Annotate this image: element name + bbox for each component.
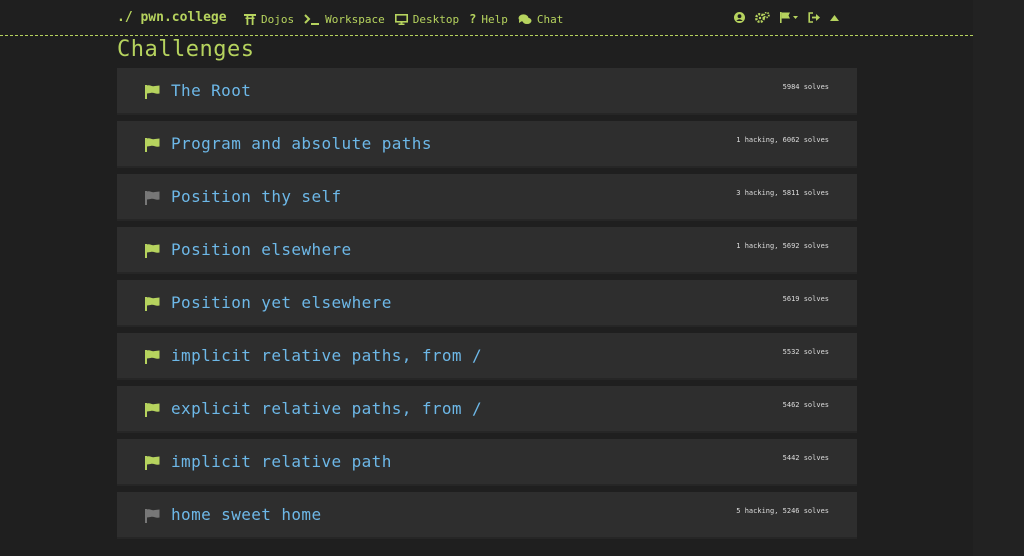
sign-out-icon xyxy=(808,12,820,23)
challenge-row[interactable]: Position elsewhere 1 hacking, 5692 solves xyxy=(117,227,857,274)
nav-help[interactable]: ? Help xyxy=(469,12,508,26)
flag-dropdown-icon xyxy=(780,12,798,23)
question-icon: ? xyxy=(469,12,477,26)
page-margin-strip xyxy=(973,0,1024,556)
page-title: Challenges xyxy=(117,37,255,62)
challenge-title[interactable]: The Root xyxy=(171,81,251,100)
challenge-title[interactable]: implicit relative paths, from / xyxy=(171,346,482,365)
nav-workspace[interactable]: Workspace xyxy=(304,12,385,26)
nav-chat[interactable]: Chat xyxy=(518,12,564,26)
flag-icon xyxy=(145,349,160,368)
challenge-solve-count: 5462 solves xyxy=(782,401,829,409)
challenge-title[interactable]: Position elsewhere xyxy=(171,240,352,259)
challenge-title[interactable]: Program and absolute paths xyxy=(171,134,432,153)
nav-chat-label: Chat xyxy=(536,12,564,26)
challenge-row[interactable]: Position thy self 3 hacking, 5811 solves xyxy=(117,174,857,221)
challenge-row[interactable]: implicit relative paths, from / 5532 solv… xyxy=(117,333,857,380)
flag-icon xyxy=(145,243,160,262)
nav-desktop[interactable]: Desktop xyxy=(394,12,460,26)
challenge-title[interactable]: Position yet elsewhere xyxy=(171,293,392,312)
challenge-row[interactable]: explicit relative paths, from / 5462 solv… xyxy=(117,386,857,433)
flag-icon xyxy=(145,84,160,103)
challenge-row[interactable]: Program and absolute paths 1 hacking, 606… xyxy=(117,121,857,168)
challenge-title[interactable]: home sweet home xyxy=(171,505,322,524)
nav-help-label: Help xyxy=(481,12,508,26)
challenge-row[interactable]: home sweet home 5 hacking, 5246 solves xyxy=(117,492,857,539)
challenge-row[interactable]: implicit relative path 5442 solves xyxy=(117,439,857,486)
account-button[interactable] xyxy=(734,12,745,23)
flag-icon xyxy=(145,508,160,527)
nav-desktop-label: Desktop xyxy=(412,12,460,26)
challenge-solve-count: 3 hacking, 5811 solves xyxy=(736,189,829,197)
challenge-solve-count: 5984 solves xyxy=(782,83,829,91)
desktop-icon xyxy=(394,13,408,25)
user-circle-icon xyxy=(734,12,745,23)
flag-icon xyxy=(145,296,160,315)
challenge-solve-count: 5442 solves xyxy=(782,454,829,462)
comments-icon xyxy=(518,13,532,24)
challenge-solve-count: 1 hacking, 6062 solves xyxy=(736,136,829,144)
collapse-navbar-button[interactable] xyxy=(830,14,839,21)
challenge-solve-count: 5619 solves xyxy=(782,295,829,303)
nav-right-icons xyxy=(734,12,839,23)
cogs-icon xyxy=(755,12,770,23)
challenge-list: The Root 5984 solves Program and absolute … xyxy=(117,68,857,545)
torii-gate-icon xyxy=(244,13,256,25)
challenge-title[interactable]: explicit relative paths, from / xyxy=(171,399,482,418)
nav-dojos-label: Dojos xyxy=(261,12,295,26)
flag-icon xyxy=(145,455,160,474)
challenge-row[interactable]: Position yet elsewhere 5619 solves xyxy=(117,280,857,327)
navbar: ./ pwn.college Dojos Workspace Desktop ?… xyxy=(0,0,973,36)
flag-icon xyxy=(145,137,160,156)
nav-dojos[interactable]: Dojos xyxy=(244,12,294,26)
challenge-solve-count: 1 hacking, 5692 solves xyxy=(736,242,829,250)
challenge-solve-count: 5532 solves xyxy=(782,348,829,356)
challenge-title[interactable]: Position thy self xyxy=(171,187,342,206)
terminal-icon xyxy=(304,13,320,25)
logout-button[interactable] xyxy=(808,12,820,23)
challenge-title[interactable]: implicit relative path xyxy=(171,452,392,471)
brand-logo[interactable]: ./ pwn.college xyxy=(117,10,227,25)
challenge-solve-count: 5 hacking, 5246 solves xyxy=(736,507,829,515)
flag-icon xyxy=(145,190,160,209)
flag-menu-button[interactable] xyxy=(780,12,798,23)
nav-workspace-label: Workspace xyxy=(325,12,385,26)
nav-links: Dojos Workspace Desktop ? Help Chat xyxy=(244,12,563,26)
flag-icon xyxy=(145,402,160,421)
caret-up-icon xyxy=(830,14,839,21)
settings-button[interactable] xyxy=(755,12,770,23)
challenge-row[interactable]: The Root 5984 solves xyxy=(117,68,857,115)
